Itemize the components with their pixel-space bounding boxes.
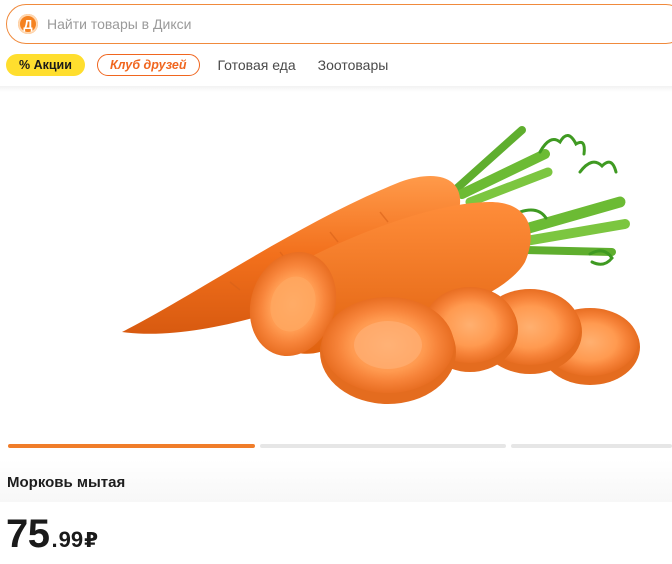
search-input[interactable]: Найти товары в Дикси: [47, 16, 191, 32]
price-main: 75: [6, 512, 50, 556]
search-bar[interactable]: Д Найти товары в Дикси: [6, 4, 672, 44]
category-chips: % Акции Клуб друзей Готовая еда Зоотовар…: [6, 53, 388, 77]
product-price: 75 . 99 ₽: [6, 512, 98, 557]
price-separator: .: [51, 527, 58, 552]
carousel-dot-1[interactable]: [8, 444, 255, 448]
currency-symbol: ₽: [84, 530, 99, 552]
product-title: Морковь мытая: [7, 474, 126, 491]
carrot-slices: [320, 287, 640, 404]
price-cents: 99: [58, 527, 84, 552]
dixy-logo-icon: Д: [18, 14, 38, 34]
product-image[interactable]: [0, 92, 672, 436]
promo-chip[interactable]: % Акции: [6, 54, 85, 76]
category-link-ready-food[interactable]: Готовая еда: [218, 57, 296, 73]
carousel-dot-3[interactable]: [511, 444, 672, 448]
club-chip[interactable]: Клуб друзей: [96, 54, 200, 76]
category-link-pet-goods[interactable]: Зоотовары: [318, 57, 389, 73]
image-carousel-indicator: [8, 444, 672, 448]
carousel-dot-2[interactable]: [260, 444, 506, 448]
logo-letter: Д: [23, 16, 33, 32]
